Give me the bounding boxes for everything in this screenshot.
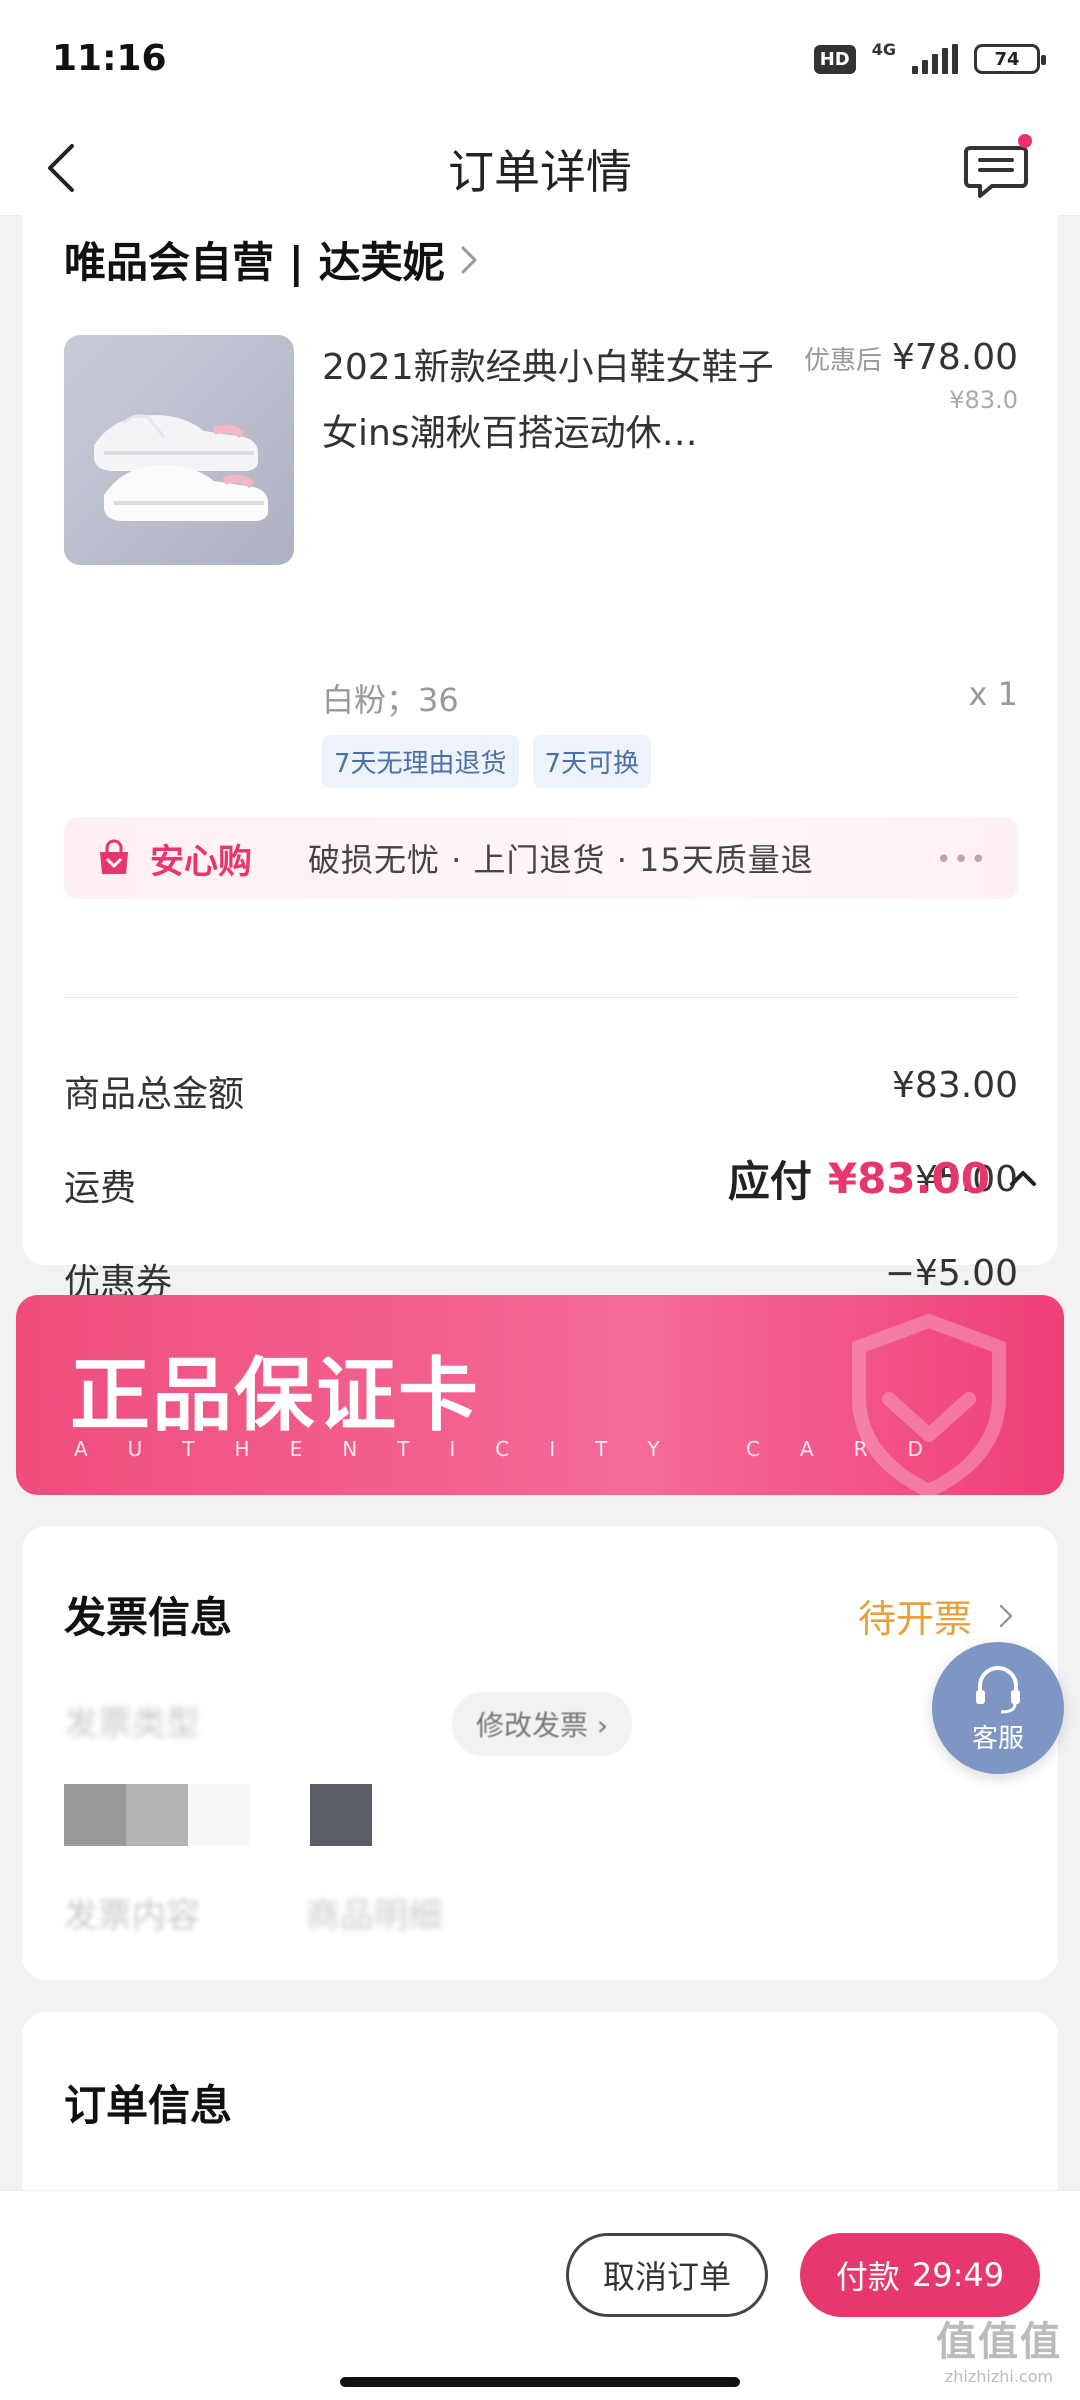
product-quantity: x 1 (968, 675, 1018, 713)
watermark-url: zhizhizhi.com (944, 2367, 1054, 2386)
sneaker-image (94, 414, 268, 521)
watermark-logo: 值值值 (936, 2319, 1062, 2365)
product-name[interactable]: 2021新款经典小白鞋女鞋子女ins潮秋百搭运动休… (322, 335, 792, 467)
original-price: ¥83.0 (949, 386, 1018, 414)
signal-icon (912, 44, 958, 74)
payable-amount: ¥83.00 (827, 1154, 990, 1203)
customer-service-label: 客服 (971, 1723, 1024, 1754)
status-icons: HD 4G 74 (813, 40, 1046, 74)
invoice-status: 待开票 (857, 1597, 972, 1641)
chevron-right-icon (461, 246, 477, 273)
invoice-card: 发票信息 待开票 发票类型 修改发票 › 发票内容 商品明细 (22, 1526, 1058, 1980)
authenticity-card-banner[interactable]: 正品保证卡 AUTHENTICITY CARD (16, 1295, 1064, 1495)
payable-summary[interactable]: 应付 ¥83.00 (728, 1148, 1040, 1209)
bottom-action-bar: 取消订单 付款 29:49 值值值 zhizhizhi.com (0, 2190, 1080, 2400)
invoice-type-label: 发票类型 (64, 1704, 200, 1744)
redacted-block (64, 1784, 126, 1846)
pay-button[interactable]: 付款 29:49 (800, 2233, 1040, 2317)
watermark: 值值值 zhizhizhi.com (936, 2309, 1062, 2386)
shield-icon (852, 1313, 1006, 1495)
pay-countdown: 29:49 (911, 2256, 1005, 2294)
unread-dot (1018, 134, 1032, 148)
price-area: 优惠后 ¥78.00 ¥83.0 (804, 337, 1018, 414)
change-invoice-label: 修改发票 (476, 1709, 589, 1742)
shop-name: 唯品会自营 | 达芙妮 (64, 238, 445, 287)
headset-icon (976, 1665, 1020, 1713)
message-button[interactable] (956, 128, 1036, 208)
divider (64, 997, 1018, 998)
battery-level: 74 (994, 48, 1020, 70)
pay-label: 付款 (835, 2258, 900, 2296)
nav-bar: 订单详情 (0, 120, 1080, 216)
assurance-text: 破损无忧 · 上门退货 · 15天质量退 (308, 841, 814, 879)
order-card: 唯品会自营 | 达芙妮 2021新款经典小白鞋女鞋子女ins潮秋百搭运动休… 优… (22, 205, 1058, 1303)
change-invoice-button[interactable]: 修改发票 › (452, 1692, 633, 1756)
fee-value: ¥83.00 (892, 1065, 1018, 1106)
product-image[interactable] (64, 335, 294, 565)
assurance-banner[interactable]: 安心购 破损无忧 · 上门退货 · 15天质量退 ••• (64, 817, 1018, 899)
invoice-status-link[interactable]: 待开票 (858, 1588, 1016, 1643)
battery-icon: 74 (974, 44, 1046, 74)
redacted-block (188, 1784, 250, 1846)
fee-label: 运费 (64, 1168, 137, 1209)
redacted-block (126, 1784, 188, 1846)
redacted-block (310, 1784, 372, 1846)
shop-link[interactable]: 唯品会自营 | 达芙妮 (64, 229, 481, 290)
customer-service-button[interactable]: 客服 (932, 1642, 1064, 1774)
payable-label: 应付 (727, 1157, 812, 1206)
invoice-title: 发票信息 (64, 1593, 233, 1642)
network-label: 4G (871, 39, 896, 59)
product-price: ¥78.00 (892, 337, 1018, 378)
auth-card-subtitle: AUTHENTICITY CARD (74, 1437, 963, 1461)
fee-label: 商品总金额 (64, 1074, 245, 1115)
auth-card-title: 正品保证卡 (70, 1349, 480, 1442)
invoice-content-value: 商品明细 (306, 1896, 442, 1936)
home-indicator[interactable] (340, 2377, 740, 2387)
status-bar: 11:16 HD 4G 74 (0, 0, 1080, 120)
chevron-up-icon (1010, 1170, 1036, 1186)
product-sku: 白粉；36 (322, 681, 459, 719)
invoice-content-label: 发票内容 (64, 1896, 200, 1936)
chevron-right-icon (999, 1604, 1013, 1627)
price-label: 优惠后 (804, 346, 883, 376)
order-info-title: 订单信息 (64, 2081, 233, 2130)
shopping-bag-icon (100, 839, 128, 874)
exchange-tag: 7天可换 (532, 735, 652, 788)
service-tags: 7天无理由退货 7天可换 (322, 735, 652, 788)
more-icon[interactable]: ••• (936, 845, 988, 875)
page-title: 订单详情 (448, 145, 632, 199)
assurance-title: 安心购 (150, 841, 252, 882)
status-time: 11:16 (52, 38, 167, 79)
hd-badge: HD (813, 44, 856, 74)
return-tag: 7天无理由退货 (322, 735, 519, 788)
fee-row-subtotal: 商品总金额 ¥83.00 (64, 1065, 1018, 1117)
cancel-order-button[interactable]: 取消订单 (566, 2233, 768, 2317)
